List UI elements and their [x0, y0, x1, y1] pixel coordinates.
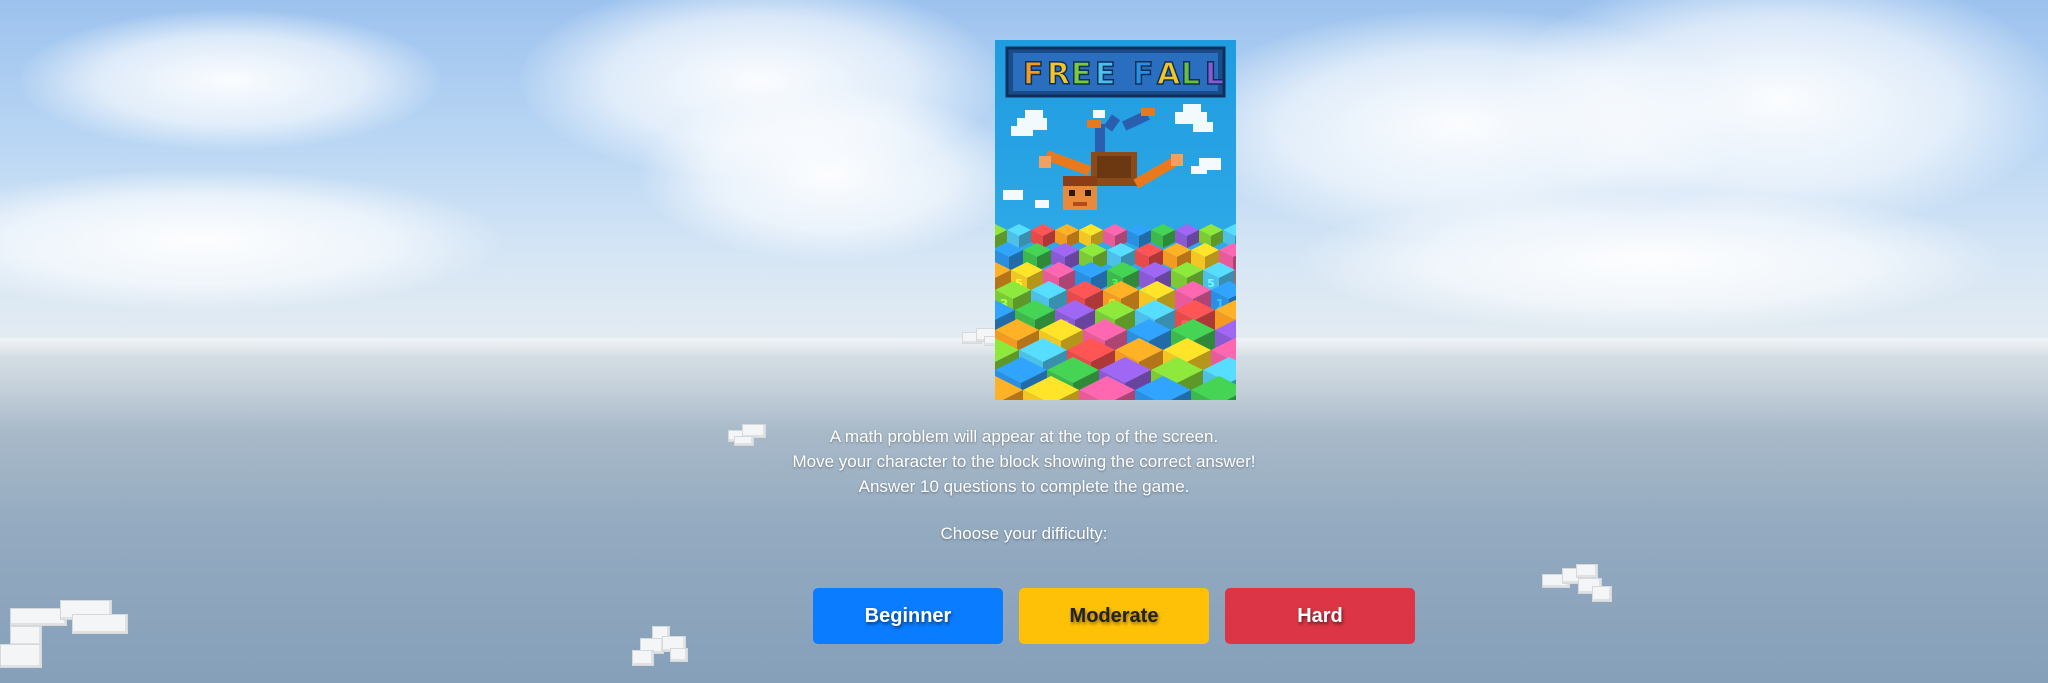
cover-title-letter: L: [1181, 57, 1200, 92]
cover-illustration: FREEFALL 5353513554: [995, 40, 1236, 400]
instructions: A math problem will appear at the top of…: [0, 424, 2048, 499]
cover-title-letter: E: [1095, 57, 1116, 92]
game-cover-art: FREEFALL 5353513554: [995, 40, 1236, 400]
cover-title-letter: A: [1157, 57, 1181, 92]
block-number: 5: [1207, 277, 1215, 290]
difficulty-prompt: Choose your difficulty:: [940, 524, 1108, 543]
number-blocks: 5353513554535353513: [995, 224, 1236, 400]
sky-cloud: [20, 10, 440, 150]
instruction-line-1: A math problem will appear at the top of…: [829, 427, 1219, 446]
cover-title-letter: F: [1023, 57, 1044, 92]
instruction-line-3: Answer 10 questions to complete the game…: [858, 477, 1190, 496]
instruction-line-2: Move your character to the block showing…: [792, 452, 1256, 471]
cover-title-letter: R: [1047, 57, 1070, 92]
cover-title-letter: F: [1133, 57, 1154, 92]
difficulty-buttons: Beginner Moderate Hard: [813, 588, 1417, 644]
cover-title-letter: E: [1071, 57, 1092, 92]
sky-cloud: [1300, 190, 2000, 330]
hard-button[interactable]: Hard: [1225, 588, 1415, 644]
beginner-button[interactable]: Beginner: [813, 588, 1003, 644]
sky-cloud: [640, 90, 1020, 260]
cover-title-letter: L: [1205, 57, 1224, 92]
moderate-button[interactable]: Moderate: [1019, 588, 1209, 644]
